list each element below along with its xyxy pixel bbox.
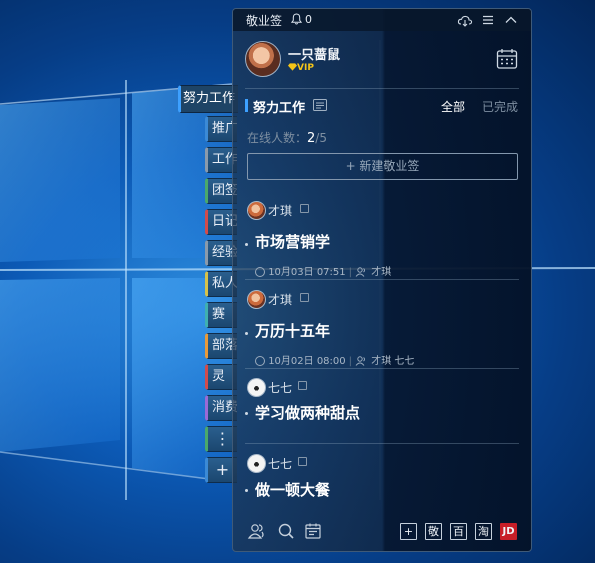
contacts-icon[interactable]: [247, 521, 267, 541]
note-assignees: 才琪: [371, 267, 392, 278]
category-accent: [245, 99, 248, 112]
note-author: 才琪: [268, 204, 293, 218]
people-icon: [355, 356, 366, 366]
search-icon[interactable]: [276, 521, 296, 541]
divider: [245, 443, 519, 444]
category-tab-strip: 努力工作 推广 工作 团签 日记 经验 私人 赛 部落 灵 消费 ⋮ +: [178, 84, 238, 484]
bell-icon[interactable]: [291, 13, 302, 25]
taobao-shortcut-button[interactable]: 淘: [475, 523, 492, 540]
author-avatar: [247, 454, 266, 473]
avatar[interactable]: [245, 41, 281, 77]
note-type-icon: [298, 381, 307, 390]
user-name: 一只蔷鼠: [288, 48, 341, 63]
tab-努力工作[interactable]: 努力工作: [178, 85, 238, 113]
filter-done-tab[interactable]: 已完成: [482, 98, 518, 115]
divider: [245, 368, 519, 369]
cloud-sync-icon[interactable]: [457, 12, 473, 28]
note-date: 10月02日 08:00: [268, 356, 346, 367]
category-title: 努力工作: [253, 101, 306, 116]
note-author: 七七: [268, 381, 293, 395]
calendar-list-icon[interactable]: [303, 521, 323, 541]
note-meta: 10月03日 07:51 | 才琪: [255, 263, 391, 278]
jing-shortcut-button[interactable]: 敬: [425, 523, 442, 540]
notification-count: 0: [305, 13, 312, 26]
diamond-icon: [288, 63, 297, 71]
vip-badge: VIP: [288, 63, 314, 73]
note-type-icon: [300, 293, 309, 302]
filter-all-tab[interactable]: 全部: [441, 98, 465, 115]
people-icon: [355, 267, 366, 277]
note-date: 10月03日 07:51: [268, 267, 346, 278]
bullet-dot: [245, 489, 248, 492]
sticky-note-panel: 敬业签 0 一只蔷鼠 VIP 努力工作 全部 已完成 在线人数：2/5 + 新建…: [232, 8, 532, 552]
online-label: 在线人数：: [247, 131, 308, 145]
note-title: 学习做两种甜点: [255, 404, 361, 422]
author-avatar: [247, 201, 266, 220]
title-bar[interactable]: 敬业签 0: [233, 9, 531, 31]
app-title: 敬业签: [246, 14, 283, 28]
online-total: /5: [315, 131, 327, 145]
note-type-icon: [298, 457, 307, 466]
divider: [245, 279, 519, 280]
clock-icon: [255, 356, 265, 366]
collapse-icon[interactable]: [503, 12, 519, 28]
divider: [245, 88, 519, 89]
footer-toolbar: + 敬 百 淘 JD: [233, 521, 531, 551]
bullet-dot: [245, 332, 248, 335]
category-notes-icon[interactable]: [313, 99, 327, 111]
clock-icon: [255, 267, 265, 277]
jd-shortcut-button[interactable]: JD: [500, 523, 517, 540]
note-meta: 10月02日 08:00 | 才琪 七七: [255, 352, 414, 367]
note-title: 市场营销学: [255, 233, 331, 251]
author-avatar: [247, 290, 266, 309]
author-avatar: [247, 378, 266, 397]
note-assignees: 才琪 七七: [371, 356, 415, 367]
bullet-dot: [245, 412, 248, 415]
note-title: 万历十五年: [255, 322, 331, 340]
add-shortcut-button[interactable]: +: [400, 523, 417, 540]
note-title: 做一顿大餐: [255, 481, 331, 499]
bullet-dot: [245, 243, 248, 246]
new-note-button[interactable]: + 新建敬业签: [247, 153, 518, 180]
note-author: 七七: [268, 457, 293, 471]
menu-icon[interactable]: [480, 12, 496, 28]
vip-label: VIP: [297, 63, 314, 73]
note-author: 才琪: [268, 293, 293, 307]
online-count: 在线人数：2/5: [247, 129, 327, 146]
note-type-icon: [300, 204, 309, 213]
baidu-shortcut-button[interactable]: 百: [450, 523, 467, 540]
calendar-icon[interactable]: [495, 47, 519, 71]
